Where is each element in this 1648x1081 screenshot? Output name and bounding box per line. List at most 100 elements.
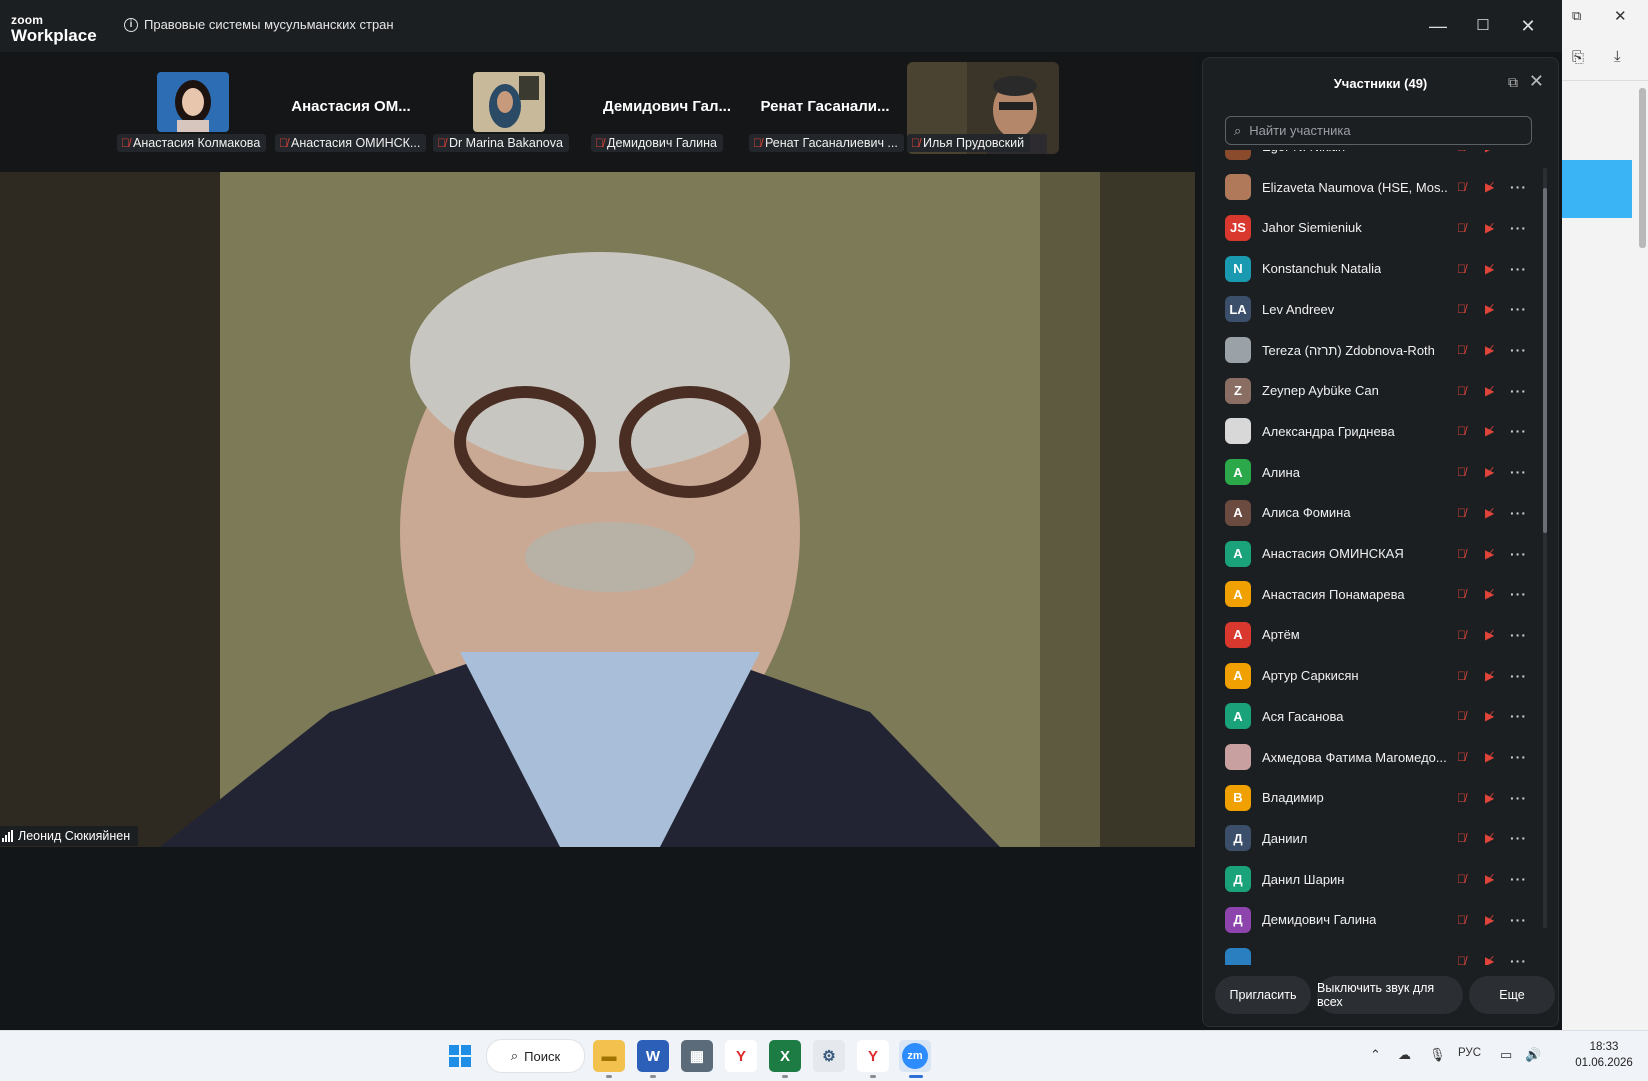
more-options-icon[interactable]: ···: [1510, 179, 1527, 195]
participant-row[interactable]: LA Lev Andreev 🎙̸ ▶̸ ···: [1203, 289, 1533, 330]
excel-icon[interactable]: X: [769, 1040, 801, 1072]
mic-muted-icon[interactable]: 🎙̸: [1457, 302, 1466, 316]
more-options-icon[interactable]: ···: [1510, 342, 1527, 358]
participant-row[interactable]: N Konstanchuk Natalia 🎙̸ ▶̸ ···: [1203, 248, 1533, 289]
more-options-icon[interactable]: ···: [1510, 423, 1527, 439]
tray-expand-icon[interactable]: ⌃: [1370, 1047, 1381, 1063]
mic-muted-icon[interactable]: 🎙̸: [1457, 506, 1466, 520]
participant-row[interactable]: 🎙̸ ▶̸ ···: [1203, 940, 1533, 965]
cloud-off-icon[interactable]: ☁: [1398, 1047, 1411, 1063]
maximize-button[interactable]: ☐: [1468, 14, 1498, 38]
more-options-icon[interactable]: ···: [1510, 586, 1527, 602]
mic-muted-icon[interactable]: 🎙̸: [1457, 669, 1466, 683]
camera-off-icon[interactable]: ▶̸: [1485, 547, 1494, 561]
more-options-icon[interactable]: ···: [1510, 505, 1527, 521]
participant-row[interactable]: А Артур Саркисян 🎙̸ ▶̸ ···: [1203, 655, 1533, 696]
mic-muted-icon[interactable]: 🎙̸: [1457, 831, 1466, 845]
mic-muted-icon[interactable]: 🎙̸: [1457, 750, 1466, 764]
mic-muted-icon[interactable]: 🎙̸: [1457, 628, 1466, 642]
language-indicator[interactable]: РУС: [1458, 1047, 1481, 1059]
close-window-button[interactable]: ✕: [1513, 14, 1543, 38]
participant-row[interactable]: Александра Гриднева 🎙̸ ▶̸ ···: [1203, 411, 1533, 452]
participant-row[interactable]: Д Демидович Галина 🎙̸ ▶̸ ···: [1203, 899, 1533, 940]
restore-icon[interactable]: ⧉: [1572, 8, 1581, 24]
minimize-button[interactable]: —: [1423, 14, 1453, 38]
mic-muted-icon[interactable]: 🎙̸: [1457, 709, 1466, 723]
participant-row[interactable]: А Анастасия Понамарева 🎙̸ ▶̸ ···: [1203, 574, 1533, 615]
camera-off-icon[interactable]: ▶̸: [1485, 506, 1494, 520]
microphone-icon[interactable]: 🎙: [1429, 1047, 1446, 1063]
settings-icon[interactable]: ⚙: [813, 1040, 845, 1072]
mic-muted-icon[interactable]: 🎙̸: [1457, 424, 1466, 438]
word-icon[interactable]: W: [637, 1040, 669, 1072]
participant-search[interactable]: ⌕: [1225, 116, 1532, 145]
panel-close-icon[interactable]: ✕: [1529, 71, 1544, 92]
camera-off-icon[interactable]: ▶̸: [1485, 150, 1494, 154]
browser-scrollbar[interactable]: [1639, 88, 1646, 248]
participant-row[interactable]: Tereza (תרזה) Zdobnova-Roth 🎙̸ ▶̸ ···: [1203, 330, 1533, 371]
participant-row[interactable]: В Владимир 🎙̸ ▶̸ ···: [1203, 777, 1533, 818]
mic-muted-icon[interactable]: 🎙̸: [1457, 913, 1466, 927]
more-options-icon[interactable]: ···: [1510, 749, 1527, 765]
camera-off-icon[interactable]: ▶̸: [1485, 913, 1494, 927]
volume-icon[interactable]: 🔊: [1525, 1047, 1541, 1063]
camera-off-icon[interactable]: ▶̸: [1485, 628, 1494, 642]
camera-off-icon[interactable]: ▶̸: [1485, 262, 1494, 276]
thumb-tile[interactable]: Ренат Гасанали... 🎙̸ Ренат Гасаналиевич .…: [749, 62, 904, 154]
thumb-tile[interactable]: 🎙̸ Dr Marina Bakanova: [433, 62, 585, 154]
clock[interactable]: 18:33 01.06.2026: [1566, 1039, 1642, 1071]
participant-row[interactable]: Д Данил Шарин 🎙̸ ▶̸ ···: [1203, 859, 1533, 900]
thumb-tile[interactable]: Анастасия ОМ... 🎙̸ Анастасия ОМИНСК...: [275, 62, 427, 154]
mic-muted-icon[interactable]: 🎙̸: [1457, 343, 1466, 357]
popout-icon[interactable]: ⧉: [1508, 74, 1518, 91]
thumb-tile[interactable]: Демидович Гал... 🎙̸ Демидович Галина: [591, 62, 743, 154]
more-options-icon[interactable]: ···: [1510, 464, 1527, 480]
meeting-info[interactable]: i Правовые системы мусульманских стран: [124, 17, 394, 32]
yandex-browser-icon[interactable]: Y: [725, 1040, 757, 1072]
mic-muted-icon[interactable]: 🎙̸: [1457, 180, 1466, 194]
start-button[interactable]: [444, 1040, 476, 1072]
camera-off-icon[interactable]: ▶̸: [1485, 424, 1494, 438]
mic-muted-icon[interactable]: 🎙̸: [1457, 954, 1466, 966]
more-options-icon[interactable]: ···: [1510, 830, 1527, 846]
network-icon[interactable]: ▭: [1500, 1047, 1512, 1063]
taskbar-search[interactable]: ⌕ Поиск: [486, 1039, 585, 1073]
more-options-icon[interactable]: ···: [1510, 627, 1527, 643]
more-options-icon[interactable]: ···: [1510, 150, 1527, 155]
camera-off-icon[interactable]: ▶̸: [1485, 221, 1494, 235]
camera-off-icon[interactable]: ▶̸: [1485, 180, 1494, 194]
more-options-icon[interactable]: ···: [1510, 953, 1527, 966]
mic-muted-icon[interactable]: 🎙̸: [1457, 150, 1466, 154]
mic-muted-icon[interactable]: 🎙̸: [1457, 791, 1466, 805]
camera-off-icon[interactable]: ▶̸: [1485, 343, 1494, 357]
mic-muted-icon[interactable]: 🎙̸: [1457, 872, 1466, 886]
download-icon[interactable]: ⤓: [1614, 48, 1621, 65]
more-options-icon[interactable]: ···: [1510, 708, 1527, 724]
camera-off-icon[interactable]: ▶̸: [1485, 669, 1494, 683]
mute-all-button[interactable]: Выключить звук для всех: [1317, 976, 1463, 1014]
mic-muted-icon[interactable]: 🎙̸: [1457, 221, 1466, 235]
camera-off-icon[interactable]: ▶̸: [1485, 954, 1494, 966]
participant-row[interactable]: Elizaveta Naumova (HSE, Mos... 🎙̸ ▶̸ ···: [1203, 167, 1533, 208]
more-options-icon[interactable]: ···: [1510, 220, 1527, 236]
camera-off-icon[interactable]: ▶̸: [1485, 791, 1494, 805]
mic-muted-icon[interactable]: 🎙̸: [1457, 262, 1466, 276]
participant-row[interactable]: Ахмедова Фатима Магомедо... 🎙̸ ▶̸ ···: [1203, 737, 1533, 778]
participant-row[interactable]: А Ася Гасанова 🎙̸ ▶̸ ···: [1203, 696, 1533, 737]
mic-muted-icon[interactable]: 🎙̸: [1457, 465, 1466, 479]
calculator-icon[interactable]: ▦: [681, 1040, 713, 1072]
mic-muted-icon[interactable]: 🎙̸: [1457, 547, 1466, 561]
camera-off-icon[interactable]: ▶̸: [1485, 750, 1494, 764]
camera-off-icon[interactable]: ▶̸: [1485, 465, 1494, 479]
camera-off-icon[interactable]: ▶̸: [1485, 587, 1494, 601]
thumb-tile[interactable]: 🎙̸ Анастасия Колмакова: [117, 62, 269, 154]
participant-row[interactable]: Д Даниил 🎙̸ ▶̸ ···: [1203, 818, 1533, 859]
camera-off-icon[interactable]: ▶̸: [1485, 384, 1494, 398]
mic-muted-icon[interactable]: 🎙̸: [1457, 384, 1466, 398]
more-options-icon[interactable]: ···: [1510, 912, 1527, 928]
collections-icon[interactable]: ⎘: [1572, 49, 1584, 66]
participant-row[interactable]: А Анастасия ОМИНСКАЯ 🎙̸ ▶̸ ···: [1203, 533, 1533, 574]
mic-muted-icon[interactable]: 🎙̸: [1457, 587, 1466, 601]
participant-row[interactable]: Z Zeynep Aybüke Can 🎙̸ ▶̸ ···: [1203, 370, 1533, 411]
list-scrollbar-thumb[interactable]: [1543, 188, 1547, 533]
